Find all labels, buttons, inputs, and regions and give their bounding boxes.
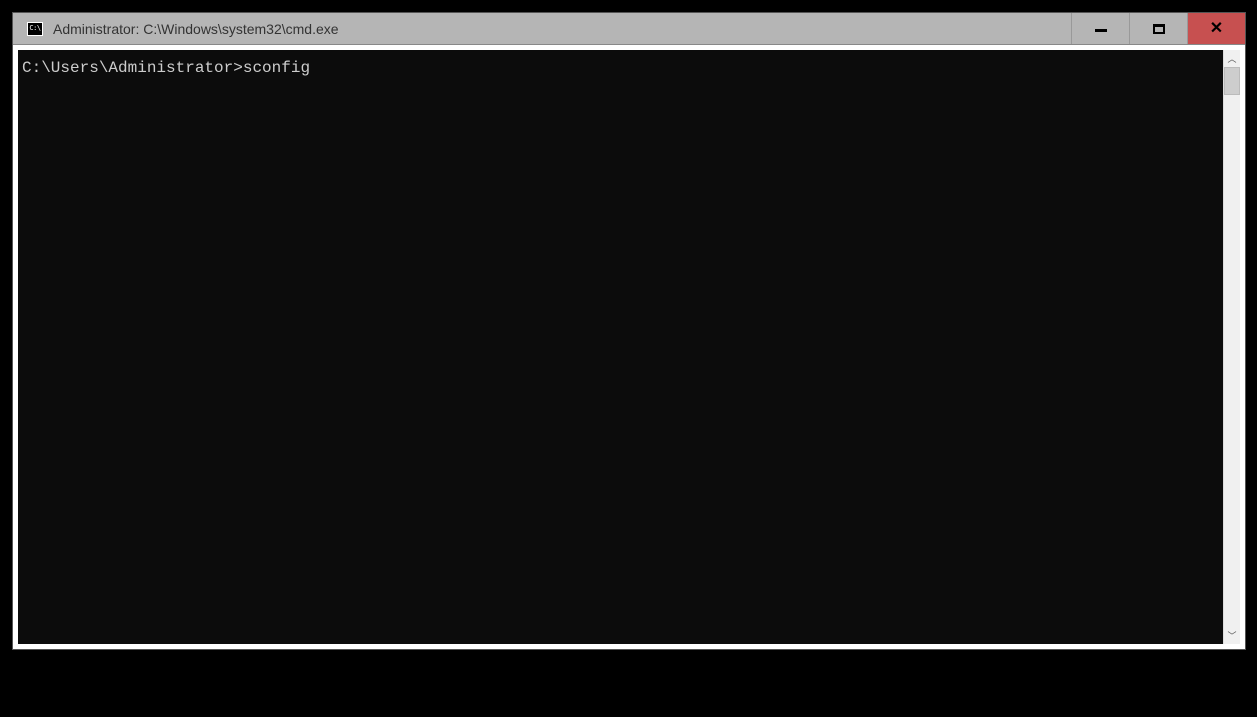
client-area: C:\Users\Administrator>sconfig ︿ ﹀ xyxy=(13,45,1245,649)
cmd-window: C:\ Administrator: C:\Windows\system32\c… xyxy=(12,12,1246,650)
scroll-down-button[interactable]: ﹀ xyxy=(1224,627,1240,644)
minimize-icon xyxy=(1095,29,1107,32)
maximize-icon xyxy=(1153,24,1165,34)
command-line: C:\Users\Administrator>sconfig xyxy=(22,58,1219,79)
typed-command: sconfig xyxy=(243,59,310,77)
maximize-button[interactable] xyxy=(1129,13,1187,44)
terminal-output[interactable]: C:\Users\Administrator>sconfig xyxy=(18,50,1223,644)
cmd-icon: C:\ xyxy=(27,22,43,36)
minimize-button[interactable] xyxy=(1071,13,1129,44)
titlebar[interactable]: C:\ Administrator: C:\Windows\system32\c… xyxy=(13,13,1245,45)
chevron-up-icon: ︿ xyxy=(1227,52,1236,65)
chevron-down-icon: ﹀ xyxy=(1227,629,1236,642)
scroll-thumb[interactable] xyxy=(1224,67,1240,95)
vertical-scrollbar[interactable]: ︿ ﹀ xyxy=(1223,50,1240,644)
window-controls: ✕ xyxy=(1071,13,1245,44)
prompt: C:\Users\Administrator> xyxy=(22,59,243,77)
scroll-up-button[interactable]: ︿ xyxy=(1224,50,1240,67)
window-title: Administrator: C:\Windows\system32\cmd.e… xyxy=(51,21,1071,37)
close-button[interactable]: ✕ xyxy=(1187,13,1245,44)
scroll-track[interactable] xyxy=(1224,67,1240,627)
close-icon: ✕ xyxy=(1210,21,1223,37)
